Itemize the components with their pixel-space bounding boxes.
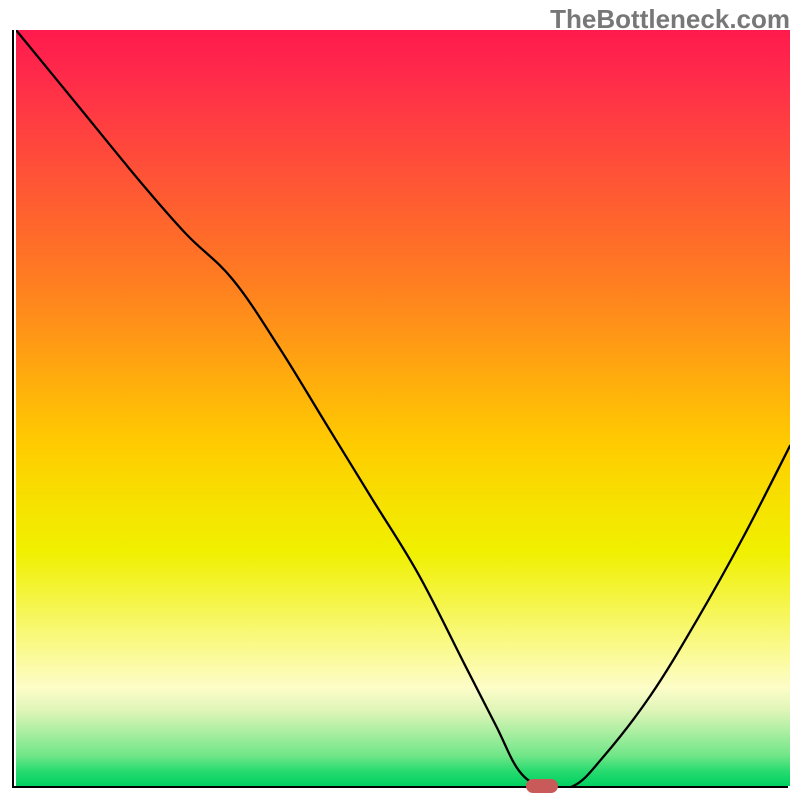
plot-area xyxy=(12,30,788,788)
optimum-marker xyxy=(526,779,558,793)
chart-container: TheBottleneck.com xyxy=(0,0,800,800)
curve-svg xyxy=(16,30,790,786)
bottleneck-curve-path xyxy=(16,30,790,786)
